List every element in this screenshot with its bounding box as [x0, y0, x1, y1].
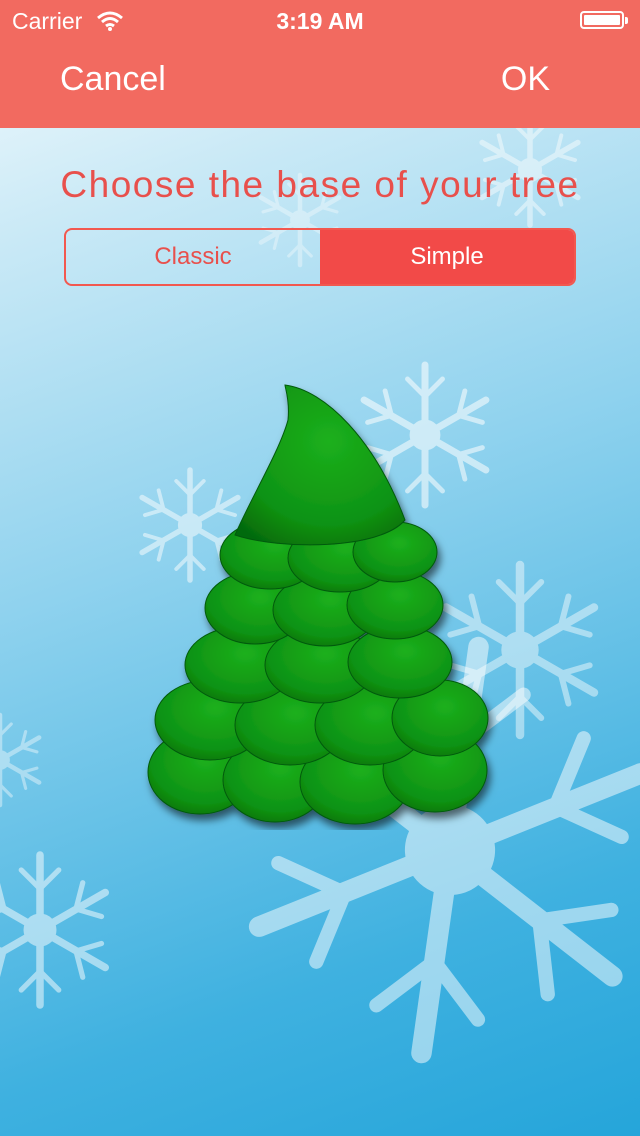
segment-simple[interactable]: Simple — [320, 230, 574, 284]
battery-icon — [580, 11, 628, 29]
navigation-header: Carrier 3:19 AM Cancel OK — [0, 0, 640, 128]
clock-time: 3:19 AM — [276, 8, 364, 34]
ok-button[interactable]: OK — [501, 60, 550, 99]
tree-base-segmented-control: Classic Simple — [64, 228, 576, 286]
christmas-tree-preview — [147, 384, 489, 825]
page-title: Choose the base of your tree — [60, 164, 580, 205]
segment-classic[interactable]: Classic — [66, 230, 320, 284]
status-bar: Carrier 3:19 AM — [0, 0, 640, 40]
cancel-button[interactable]: Cancel — [60, 60, 166, 99]
